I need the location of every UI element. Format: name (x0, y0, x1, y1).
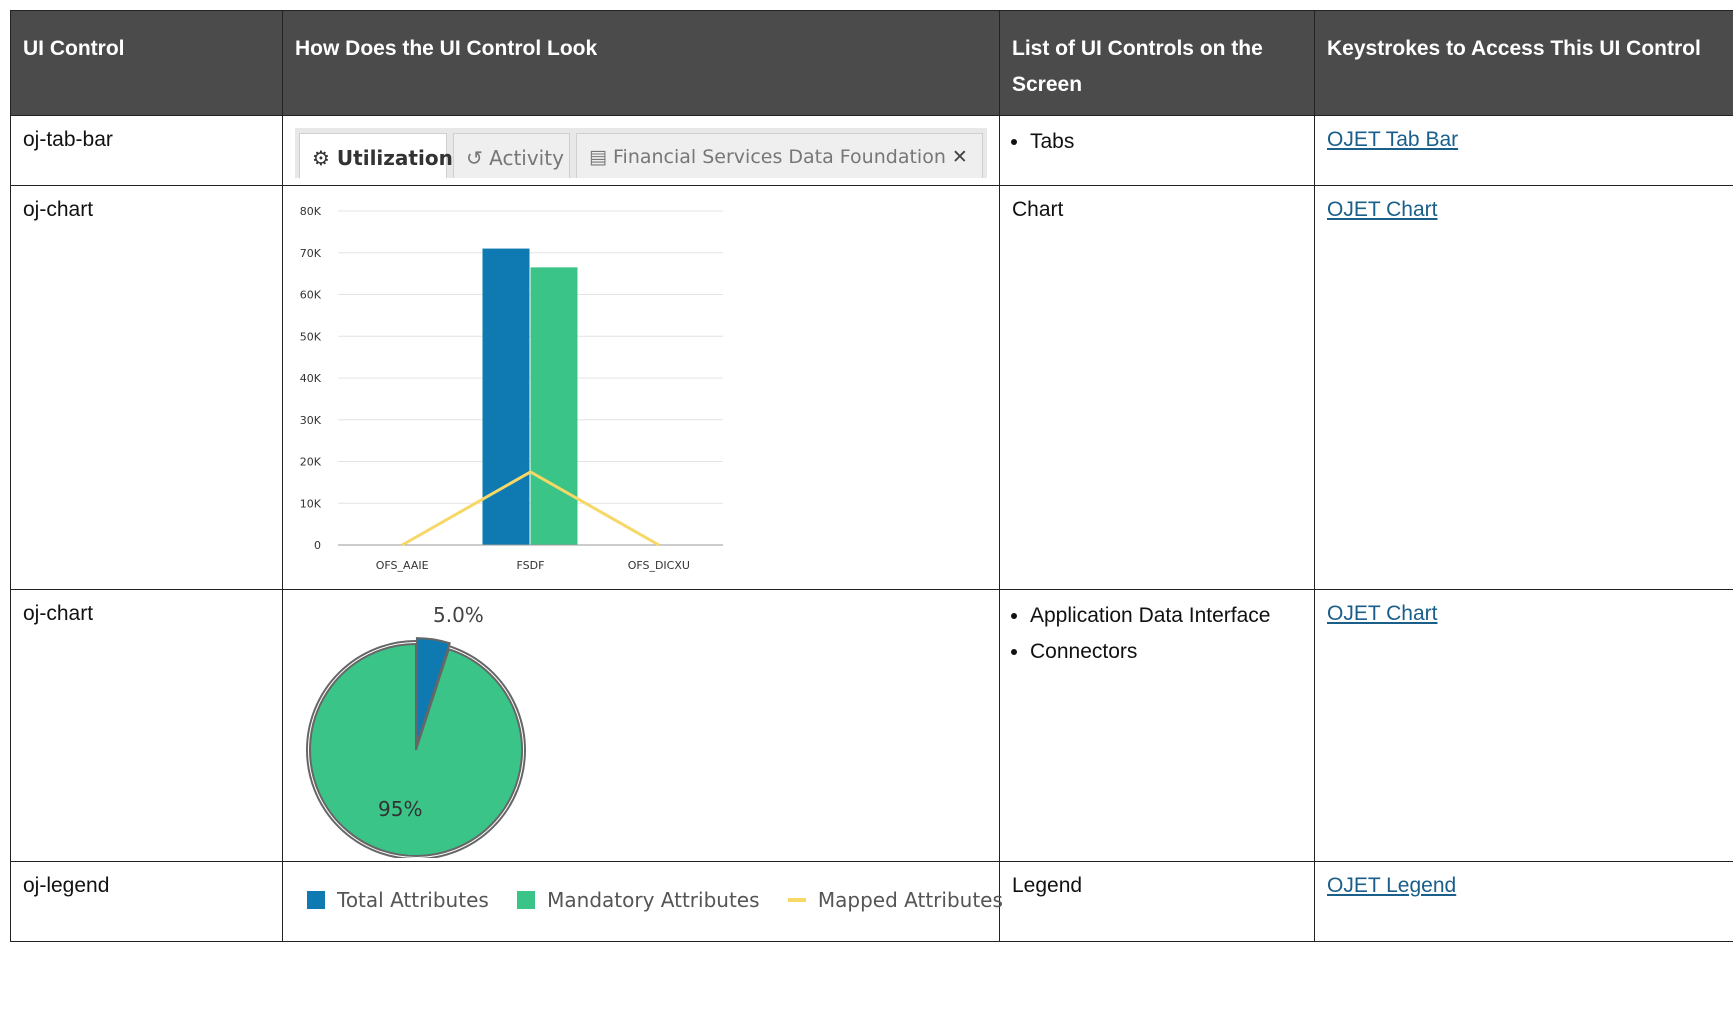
legend-label: Mapped Attributes (817, 888, 1003, 912)
link-cell: OJET Chart (1314, 185, 1733, 590)
gear-icon: ⚙ (312, 146, 330, 170)
tab-activity[interactable]: ↺ Activity (453, 133, 570, 178)
list-item: Tabs (1030, 128, 1314, 156)
legend-swatch (787, 898, 806, 902)
header-look: How Does the UI Control Look (282, 10, 1000, 116)
look-cell: 5.0% 95% (282, 589, 1000, 862)
tab-utilization[interactable]: ⚙ Utilization (299, 133, 453, 178)
y-tick-label: 30K (300, 414, 322, 427)
bar-chart: 0 10K 20K 30K 40K 50K 60K 70K 80K OFS_AAIE FSDF OFS… (300, 205, 723, 572)
tab-label: Utilization (336, 146, 453, 170)
y-tick-label: 0 (314, 539, 321, 552)
legend-item-mandatory[interactable]: Mandatory Attributes (517, 888, 760, 912)
ojet-chart-link[interactable]: OJET Chart (1327, 602, 1437, 625)
slice-label: 95% (378, 797, 422, 821)
x-tick-label: FSDF (517, 559, 545, 572)
legend-item-total[interactable]: Total Attributes (307, 888, 489, 912)
look-cell: Total Attributes Mandatory Attributes Ma… (282, 861, 1003, 942)
history-icon: ↺ (466, 146, 483, 170)
y-tick-label: 80K (300, 205, 322, 218)
legend-swatch (517, 891, 536, 909)
y-tick-label: 10K (300, 497, 322, 510)
y-tick-label: 20K (300, 456, 322, 469)
legend-swatch (307, 891, 325, 909)
ojet-legend-link[interactable]: OJET Legend (1327, 874, 1456, 897)
list-text: Chart (999, 185, 1315, 590)
tab-bar: ⚙ Utilization ↺ Activity ▤ Financial Ser… (295, 128, 987, 178)
table-row: oj-chart 5.0% 95% Application Data Interf… (10, 589, 1733, 862)
ojet-tab-bar-link[interactable]: OJET Tab Bar (1327, 128, 1458, 151)
pie-slice (309, 642, 523, 857)
legend-label: Total Attributes (337, 888, 489, 912)
tab-label: Activity (489, 146, 564, 170)
bar (482, 248, 530, 545)
list-cell: Application Data Interface Connectors (999, 589, 1315, 862)
legend-label: Mandatory Attributes (547, 888, 760, 912)
list-text: Legend (999, 861, 1315, 942)
header-ui-control: UI Control (10, 10, 283, 116)
tab-label: Financial Services Data Foundation (613, 146, 946, 168)
header-keystrokes: Keystrokes to Access This UI Control (1314, 10, 1733, 116)
table-row: oj-tab-bar ⚙ Utilization ↺ Activity ▤ Fi… (10, 115, 1733, 186)
y-tick-label: 60K (300, 289, 322, 302)
x-tick-label: OFS_AAIE (376, 559, 429, 572)
control-name: oj-chart (10, 185, 283, 590)
look-cell: ⚙ Utilization ↺ Activity ▤ Financial Ser… (282, 115, 1000, 186)
header-row: UI Control How Does the UI Control Look … (10, 10, 1733, 116)
x-tick-label: OFS_DICXU (628, 559, 690, 572)
y-tick-label: 50K (300, 330, 322, 343)
table-row: oj-legend Total Attributes Mandatory Att… (10, 861, 1733, 942)
pie-chart: 5.0% 95% (306, 603, 526, 858)
close-icon[interactable]: ✕ (952, 146, 968, 168)
y-tick-label: 70K (300, 247, 322, 260)
ojet-chart-link[interactable]: OJET Chart (1327, 198, 1437, 221)
document-icon: ▤ (589, 146, 607, 168)
link-cell: OJET Chart (1314, 589, 1733, 862)
table-row: oj-chart 0 10K 20K 30K 40K 50K 60K 70K 80K OFS_AA… (10, 185, 1733, 590)
header-list: List of UI Controls on the Screen (999, 10, 1315, 116)
list-item: Application Data Interface (1030, 602, 1314, 630)
look-cell: 0 10K 20K 30K 40K 50K 60K 70K 80K OFS_AAIE FSDF OFS… (282, 185, 1000, 590)
slice-label: 5.0% (433, 603, 484, 627)
list-cell: Tabs (999, 115, 1315, 186)
tab-financial[interactable]: ▤ Financial Services Data Foundation ✕ (576, 133, 983, 178)
link-cell: OJET Tab Bar (1314, 115, 1733, 186)
y-tick-label: 40K (300, 372, 322, 385)
control-name: oj-legend (10, 861, 283, 942)
controls-table: UI Control How Does the UI Control Look … (10, 10, 1733, 942)
list-item: Connectors (1030, 638, 1314, 666)
control-name: oj-chart (10, 589, 283, 862)
control-name: oj-tab-bar (10, 115, 283, 186)
bar (530, 267, 578, 545)
link-cell: OJET Legend (1314, 861, 1733, 942)
legend-item-mapped[interactable]: Mapped Attributes (787, 888, 1003, 912)
legend: Total Attributes Mandatory Attributes Ma… (283, 862, 1003, 912)
